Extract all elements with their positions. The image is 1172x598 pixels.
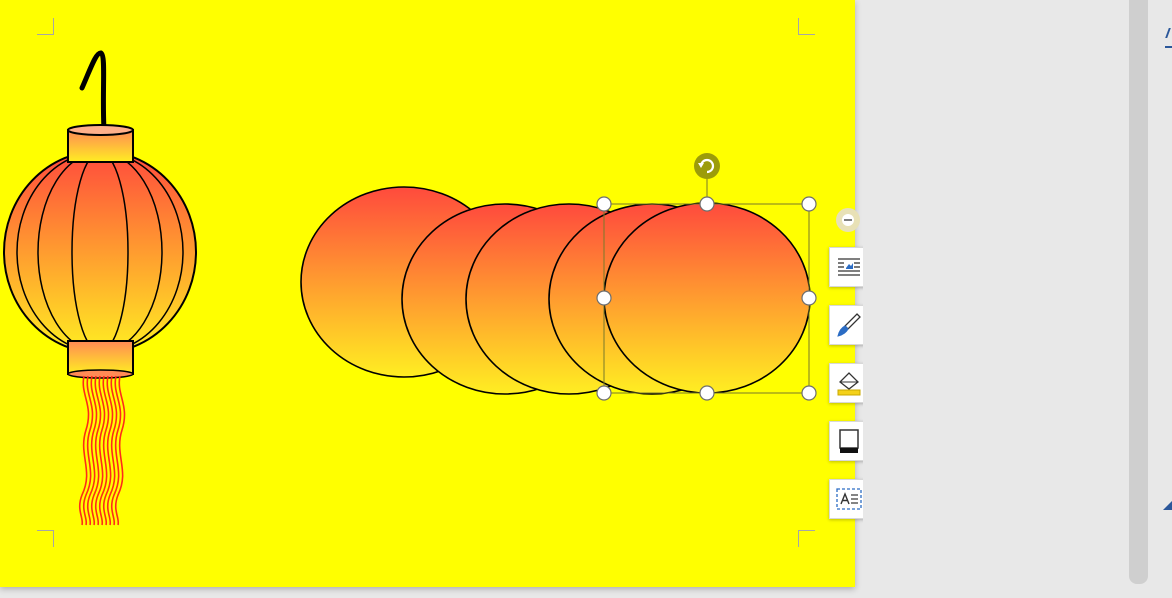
vertical-scrollbar[interactable]: [1129, 0, 1148, 584]
lantern-body: [3, 150, 197, 354]
ellipse-shape-5-selected[interactable]: [603, 202, 811, 394]
resize-handle-bottom-right[interactable]: [801, 385, 817, 401]
lantern-hook: [79, 50, 107, 133]
lantern-tassel: [78, 375, 126, 526]
workspace-background: [863, 0, 1172, 598]
resize-handle-left[interactable]: [596, 290, 612, 306]
resize-handle-bottom-left[interactable]: [596, 385, 612, 401]
ruler-indent-marker[interactable]: [1165, 0, 1172, 48]
paintbrush-icon: [837, 313, 861, 337]
text-box-icon: [836, 488, 862, 510]
lantern-shape[interactable]: [3, 50, 197, 526]
resize-handle-top-right[interactable]: [801, 196, 817, 212]
minus-circle-icon[interactable]: [836, 208, 860, 232]
resize-handle-bottom[interactable]: [699, 385, 715, 401]
document-page[interactable]: [0, 0, 855, 587]
rotate-handle[interactable]: [694, 153, 720, 179]
resize-handle-top-left[interactable]: [596, 196, 612, 212]
fill-bucket-icon: [837, 372, 861, 396]
drawing-canvas: [3, 50, 817, 526]
lantern-bottom-cap: [67, 340, 134, 379]
ruler-triangle-marker[interactable]: [1163, 501, 1172, 510]
resize-handle-top[interactable]: [699, 196, 715, 212]
lantern-top-cap: [67, 124, 134, 163]
outline-square-icon: [839, 429, 859, 453]
resize-handle-right[interactable]: [801, 290, 817, 306]
text-wrap-icon: [838, 258, 860, 276]
